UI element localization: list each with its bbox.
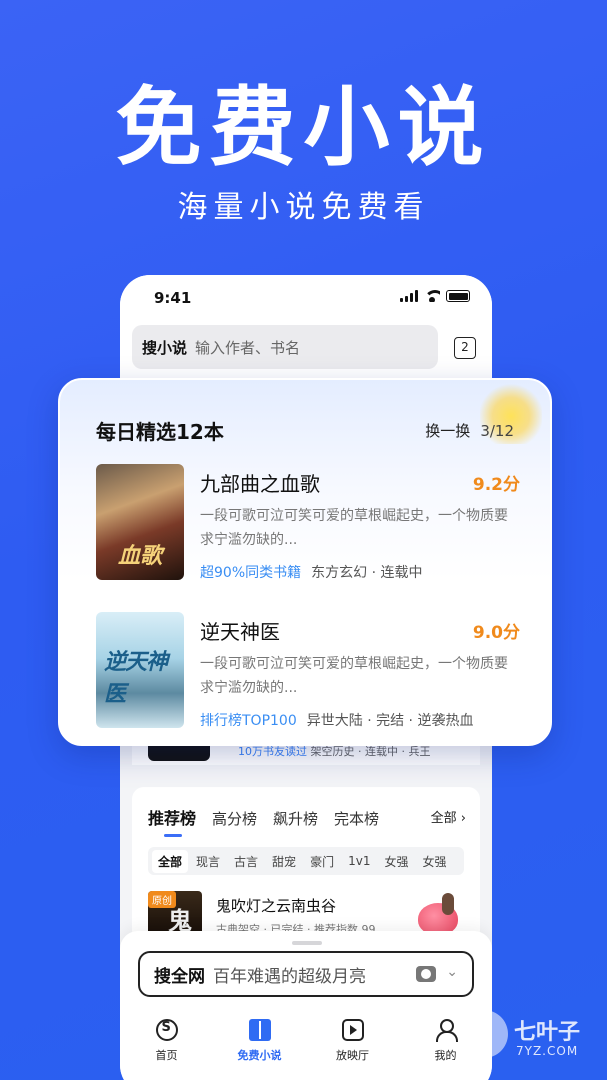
chip-modern[interactable]: 现言 [190, 850, 226, 873]
bottom-sheet: 搜全网 百年难遇的超级月亮 ⌄ 首页 免费小说 放映厅 我的 [120, 931, 492, 1080]
page-indicator: 3/12 [480, 422, 514, 440]
user-icon [435, 1019, 458, 1042]
cover-text: 血歌 [118, 544, 163, 569]
chip-rich[interactable]: 豪门 [304, 850, 340, 873]
book-title: 九部曲之血歌 [200, 472, 320, 496]
tab-rising[interactable]: 飙升榜 [273, 808, 318, 829]
signal-icon [400, 290, 418, 302]
book-description: 一段可歌可泣可笑可爱的草根崛起史，一个物质要求宁滥勿缺的... [200, 656, 508, 696]
book-tags: 异世大陆 · 完结 · 逆袭热血 [306, 713, 474, 729]
book-description: 一段可歌可泣可笑可爱的草根崛起史，一个物质要求宁滥勿缺的... [200, 508, 508, 548]
battery-icon [446, 290, 470, 302]
status-icons [400, 290, 470, 302]
chip-sweet[interactable]: 甜宠 [266, 850, 302, 873]
book-meta: 排行榜TOP100 异世大陆 · 完结 · 逆袭热血 [200, 710, 473, 730]
tab-high-score[interactable]: 高分榜 [212, 808, 257, 829]
chip-ancient[interactable]: 古言 [228, 850, 264, 873]
watermark-name: 七叶子 [514, 1020, 581, 1045]
search-label: 搜小说 [142, 338, 188, 357]
book-highlight: 排行榜TOP100 [200, 713, 297, 729]
global-search-input[interactable]: 搜全网 百年难遇的超级月亮 ⌄ [138, 951, 474, 997]
chip-strong-female-2[interactable]: 女强 [416, 850, 452, 873]
book-highlight: 超90%同类书籍 [200, 565, 302, 581]
book-card[interactable]: 逆天神医 逆天神医 9.0分 一段可歌可泣可笑可爱的草根崛起史，一个物质要求宁滥… [96, 612, 520, 730]
book-title: 逆天神医 [200, 620, 280, 644]
book-title: 鬼吹灯之云南虫谷 [216, 897, 337, 915]
daily-picks-title: 每日精选12本 [96, 420, 224, 444]
nav-theater-label: 放映厅 [336, 1049, 369, 1062]
hero-title: 免费小说 [115, 78, 492, 178]
watermark: 七叶子 7YZ.COM [460, 1010, 600, 1070]
cover-text: 逆天神医 [104, 650, 168, 707]
nav-theater[interactable]: 放映厅 [306, 1015, 399, 1080]
tab-count-button[interactable]: 2 [454, 337, 476, 359]
book-card[interactable]: 血歌 九部曲之血歌 9.2分 一段可歌可泣可笑可爱的草根崛起史，一个物质要求宁滥… [96, 464, 520, 582]
hero-subtitle: 海量小说免费看 [177, 190, 430, 225]
book-score: 9.2分 [472, 475, 520, 495]
nav-home[interactable]: 首页 [120, 1015, 213, 1080]
play-icon [341, 1019, 364, 1041]
bottom-nav: 首页 免费小说 放映厅 我的 [120, 1015, 492, 1080]
nav-free-novels[interactable]: 免费小说 [213, 1015, 306, 1080]
status-bar: 9:41 [120, 275, 492, 321]
sheet-grabber[interactable] [292, 941, 322, 945]
book-tags: 东方玄幻 · 连载中 [311, 565, 423, 581]
daily-picks-card: 每日精选12本 换一换 3/12 血歌 九部曲之血歌 9.2分 一段可歌可泣可笑可… [58, 378, 552, 746]
book-score: 9.0分 [472, 623, 520, 643]
category-chips: 全部 现言 古言 甜宠 豪门 1v1 女强 女强 [148, 847, 464, 875]
chip-strong-female[interactable]: 女强 [378, 850, 414, 873]
watermark-logo-icon [460, 1010, 508, 1058]
search-input[interactable]: 搜小说 输入作者、书名 [132, 325, 438, 369]
camera-icon[interactable] [416, 966, 436, 982]
book-meta: 超90%同类书籍 东方玄幻 · 连载中 [200, 562, 422, 582]
home-icon [155, 1019, 178, 1041]
ranking-tabs: 推荐榜 高分榜 飙升榜 完本榜 [148, 805, 379, 837]
nav-home-label: 首页 [155, 1049, 178, 1062]
nav-free-novels-label: 免费小说 [237, 1049, 282, 1062]
rank-all-link[interactable]: 全部 › [431, 807, 466, 826]
chip-all[interactable]: 全部 [152, 849, 189, 873]
chevron-down-icon[interactable]: ⌄ [446, 964, 458, 980]
tab-recommend[interactable]: 推荐榜 [148, 805, 196, 837]
search-placeholder: 输入作者、书名 [195, 338, 301, 357]
global-search-label: 搜全网 [154, 966, 205, 987]
book-tags: 架空历史 · 连载中 · 兵王 [310, 745, 431, 758]
wifi-icon [424, 290, 440, 302]
book-icon [248, 1019, 271, 1041]
global-search-query: 百年难遇的超级月亮 [213, 966, 366, 987]
tab-completed[interactable]: 完本榜 [334, 808, 379, 829]
book-highlight: 10万书友读过 [238, 745, 307, 758]
status-time: 9:41 [154, 289, 192, 307]
chip-1v1[interactable]: 1v1 [342, 851, 376, 871]
refresh-button[interactable]: 换一换 3/12 [425, 420, 514, 441]
refresh-label: 换一换 [425, 422, 471, 440]
book-cover: 血歌 [96, 464, 184, 580]
watermark-url: 7YZ.COM [516, 1044, 579, 1058]
book-cover: 逆天神医 [96, 612, 184, 728]
